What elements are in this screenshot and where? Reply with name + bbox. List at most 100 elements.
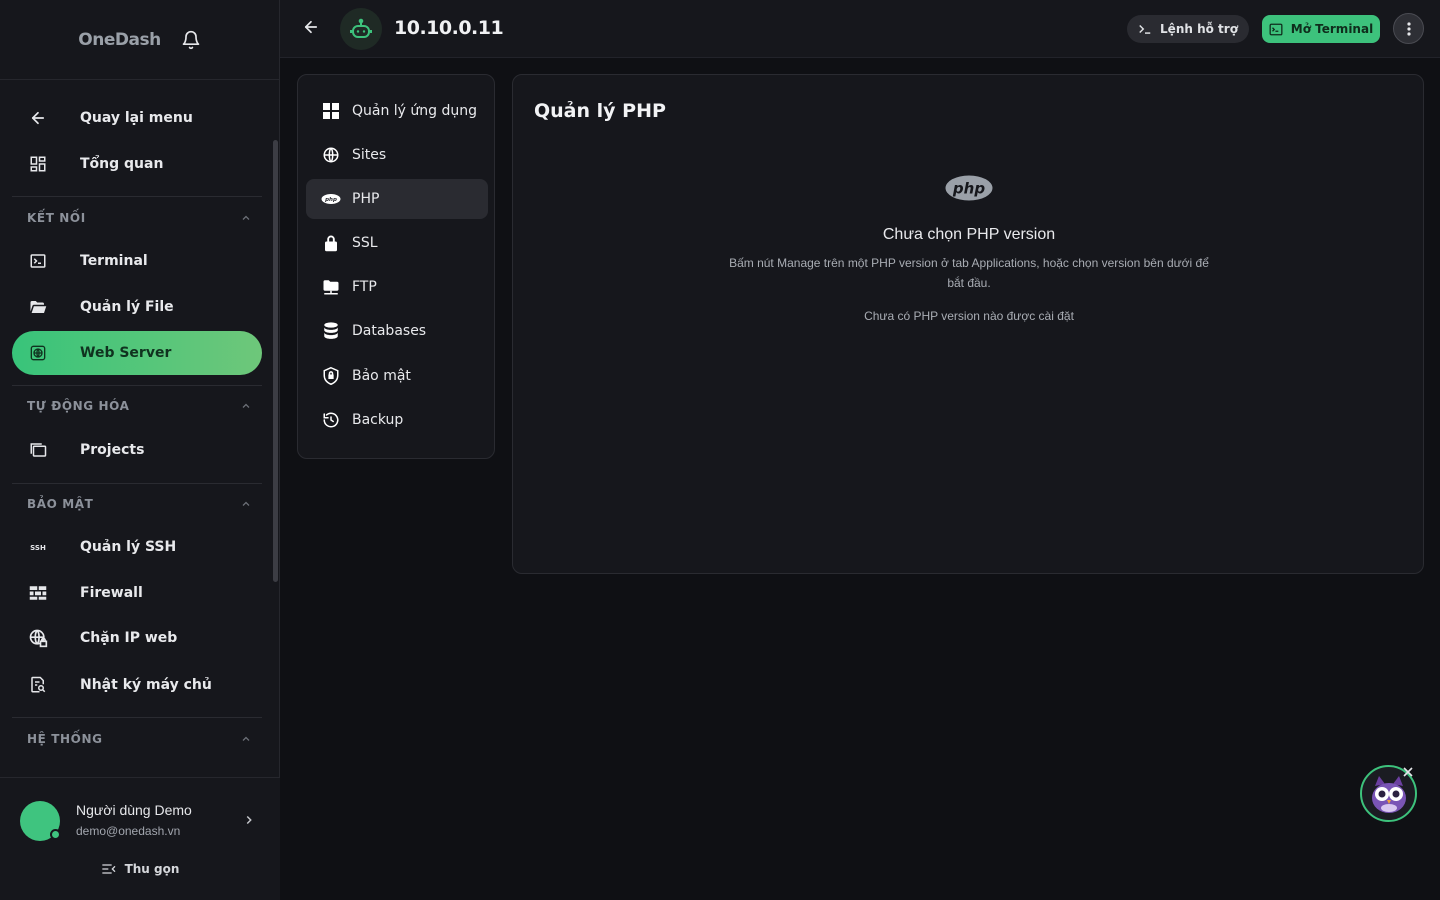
- subnav-item-security[interactable]: Bảo mật: [306, 356, 488, 396]
- folder-open-icon: [12, 298, 64, 316]
- php-icon-text: php: [324, 197, 337, 203]
- server-subnav: Quản lý ứng dụng Sites php PHP SSL FTP D…: [297, 74, 495, 459]
- help-commands-button[interactable]: Lệnh hỗ trợ: [1127, 15, 1249, 43]
- sidebar-item-logs[interactable]: Nhật ký máy chủ: [12, 663, 262, 707]
- top-bar: 10.10.0.11 Lệnh hỗ trợ Mở Terminal: [280, 0, 1440, 58]
- subnav-item-php[interactable]: php PHP: [306, 179, 488, 219]
- dashboard-icon: [12, 155, 64, 173]
- ssh-icon: SSH: [12, 541, 64, 553]
- sidebar-item-label: Quay lại menu: [80, 110, 193, 126]
- user-name: Người dùng Demo: [76, 802, 192, 818]
- section-title: BẢO MẬT: [27, 497, 94, 511]
- projects-icon: [12, 441, 64, 459]
- help-commands-label: Lệnh hỗ trợ: [1160, 22, 1238, 36]
- panel-title: Quản lý PHP: [534, 100, 666, 122]
- subnav-item-databases[interactable]: Databases: [306, 311, 488, 351]
- ssh-icon-text: SSH: [30, 544, 46, 552]
- chevron-right-icon[interactable]: [242, 813, 256, 832]
- sidebar-item-label: Quản lý File: [80, 299, 174, 315]
- database-icon: [314, 322, 348, 340]
- section-automation[interactable]: TỰ ĐỘNG HÓA: [27, 396, 252, 416]
- php-icon: php: [314, 193, 348, 205]
- sidebar-item-blockip[interactable]: Chặn IP web: [12, 616, 262, 660]
- user-email: demo@onedash.vn: [76, 824, 181, 838]
- divider: [12, 483, 262, 484]
- folder-network-icon: [314, 278, 348, 296]
- subnav-item-label: Backup: [352, 412, 404, 428]
- terminal-prompt-icon: [1139, 24, 1151, 34]
- page-title: 10.10.0.11: [394, 17, 504, 39]
- online-status-dot: [50, 829, 61, 840]
- sidebar: OneDash Quay lại menu Tổng quan KẾT NỐI: [0, 0, 280, 900]
- chevron-up-icon: [242, 403, 250, 408]
- back-arrow-icon[interactable]: [302, 18, 320, 41]
- brand-logo[interactable]: OneDash: [78, 30, 161, 50]
- sidebar-item-label: Quản lý SSH: [80, 539, 177, 555]
- sidebar-item-label: Projects: [80, 442, 145, 458]
- subnav-item-ssl[interactable]: SSL: [306, 223, 488, 263]
- subnav-item-label: SSL: [352, 235, 378, 251]
- collapse-sidebar-button[interactable]: Thu gọn: [0, 862, 280, 876]
- php-logo-icon: php: [945, 175, 993, 206]
- empty-state-note: Chưa có PHP version nào được cài đặt: [864, 309, 1074, 323]
- open-terminal-button[interactable]: Mở Terminal: [1262, 15, 1380, 43]
- subnav-item-ftp[interactable]: FTP: [306, 267, 488, 307]
- subnav-item-sites[interactable]: Sites: [306, 135, 488, 175]
- section-title: HỆ THỐNG: [27, 732, 103, 746]
- avatar[interactable]: [20, 801, 61, 841]
- close-icon[interactable]: [1402, 765, 1414, 783]
- collapse-label: Thu gọn: [124, 862, 180, 876]
- subnav-item-label: Databases: [352, 323, 427, 339]
- bell-icon[interactable]: [181, 30, 201, 50]
- sidebar-item-label: Tổng quan: [80, 156, 164, 172]
- sidebar-item-back[interactable]: Quay lại menu: [12, 96, 262, 140]
- divider: [12, 717, 262, 718]
- subnav-item-label: Quản lý ứng dụng: [352, 103, 478, 119]
- sidebar-item-file[interactable]: Quản lý File: [12, 285, 262, 329]
- sidebar-item-webserver[interactable]: Web Server: [12, 331, 262, 375]
- php-logo-text: php: [952, 180, 985, 198]
- sidebar-item-label: Terminal: [80, 253, 148, 269]
- robot-icon: [340, 8, 382, 50]
- grid-icon: [314, 103, 348, 119]
- more-options-button[interactable]: [1393, 13, 1424, 44]
- sidebar-scrollbar[interactable]: [273, 140, 278, 582]
- sidebar-item-label: Web Server: [80, 345, 172, 361]
- empty-state-title: Chưa chọn PHP version: [882, 226, 1056, 243]
- php-management-panel: Quản lý PHP php Chưa chọn PHP version Bấ…: [512, 74, 1424, 574]
- subnav-item-apps[interactable]: Quản lý ứng dụng: [306, 91, 488, 131]
- arrow-left-icon: [12, 109, 64, 127]
- brick-wall-icon: [12, 585, 64, 601]
- divider: [12, 385, 262, 386]
- section-title: KẾT NỐI: [27, 211, 86, 225]
- empty-state-description: Bấm nút Manage trên một PHP version ở ta…: [729, 256, 1209, 290]
- chevron-up-icon: [242, 501, 250, 506]
- sidebar-item-terminal[interactable]: Terminal: [12, 239, 262, 283]
- subnav-item-label: PHP: [352, 191, 380, 207]
- subnav-item-label: Sites: [352, 147, 387, 163]
- subnav-item-backup[interactable]: Backup: [306, 400, 488, 440]
- chevron-up-icon: [242, 215, 250, 220]
- log-search-icon: [12, 676, 64, 694]
- section-system[interactable]: HỆ THỐNG: [27, 729, 252, 749]
- sidebar-item-projects[interactable]: Projects: [12, 428, 262, 472]
- user-profile[interactable]: Người dùng Demo demo@onedash.vn Thu gọn: [0, 777, 280, 900]
- open-terminal-label: Mở Terminal: [1290, 22, 1374, 36]
- shield-lock-icon: [314, 366, 348, 386]
- brand-bar: OneDash: [0, 0, 279, 80]
- chevron-up-icon: [242, 736, 250, 741]
- subnav-item-label: FTP: [352, 279, 377, 295]
- globe-icon: [314, 146, 348, 164]
- lock-icon: [314, 234, 348, 252]
- globe-icon: [12, 345, 64, 361]
- sidebar-item-label: Firewall: [80, 585, 143, 601]
- divider: [12, 196, 262, 197]
- section-connect[interactable]: KẾT NỐI: [27, 208, 252, 228]
- sidebar-item-overview[interactable]: Tổng quan: [12, 142, 262, 186]
- section-security[interactable]: BẢO MẬT: [27, 494, 252, 514]
- terminal-icon: [12, 252, 64, 270]
- sidebar-item-firewall[interactable]: Firewall: [12, 571, 262, 615]
- sidebar-nav: Quay lại menu Tổng quan KẾT NỐI Terminal…: [0, 80, 270, 777]
- sidebar-item-ssh[interactable]: SSH Quản lý SSH: [12, 525, 262, 569]
- section-title: TỰ ĐỘNG HÓA: [27, 399, 130, 413]
